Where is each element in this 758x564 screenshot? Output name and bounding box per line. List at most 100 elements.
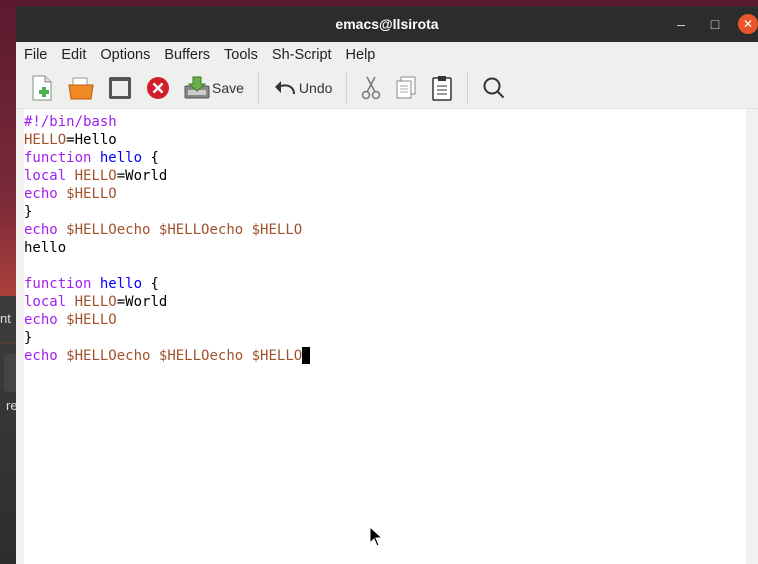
code-line: echo $HELLO	[24, 185, 746, 203]
open-folder-icon	[68, 77, 94, 100]
scrollbar[interactable]	[746, 109, 758, 564]
close-buffer-icon	[147, 77, 169, 99]
dired-button[interactable]	[108, 72, 132, 104]
search-icon	[483, 77, 505, 99]
variable-token: $HELLO	[66, 312, 117, 328]
text-token: =Hello	[66, 132, 117, 148]
title-bar: emacs@llsirota – □ ✕	[16, 6, 758, 42]
cut-button[interactable]	[361, 72, 381, 104]
menu-sh-script[interactable]: Sh-Script	[272, 47, 332, 63]
close-window-button[interactable]: ✕	[738, 14, 758, 34]
keyword-token: echo	[24, 186, 58, 202]
undo-icon	[274, 81, 295, 95]
tool-bar: Save Undo	[16, 68, 758, 109]
text-token: }	[24, 204, 33, 220]
menu-buffers[interactable]: Buffers	[164, 47, 210, 63]
text-token: }	[24, 330, 33, 346]
save-label: Save	[212, 80, 244, 96]
code-line: local HELLO=World	[24, 293, 746, 311]
menu-edit[interactable]: Edit	[61, 47, 86, 63]
text-token: =World	[116, 168, 168, 184]
code-line: echo $HELLOecho $HELLOecho $HELLO	[24, 221, 746, 239]
code-line: local HELLO=World	[24, 167, 746, 185]
code-line: echo $HELLO	[24, 311, 746, 329]
mouse-pointer-icon	[369, 526, 383, 547]
new-file-icon	[32, 75, 52, 101]
variable-token: HELLO	[74, 168, 117, 184]
copy-icon	[396, 76, 416, 99]
keyword-token: function	[24, 276, 92, 292]
variable-token: $HELLO	[251, 348, 303, 364]
editor-buffer[interactable]: #!/bin/bash HELLO=Hello function hello {lo…	[24, 109, 746, 564]
toolbar-separator	[257, 73, 259, 103]
variable-token: HELLO	[24, 132, 67, 148]
text-token: =World	[116, 294, 168, 310]
keyword-token: #!/bin/bash	[24, 114, 117, 130]
open-file-button[interactable]	[68, 72, 94, 104]
variable-token: $HELLO	[66, 186, 117, 202]
function-name-token: hello	[99, 150, 143, 166]
code-line: HELLO=Hello	[24, 131, 746, 149]
new-file-button[interactable]	[30, 72, 54, 104]
function-name-token: hello	[99, 276, 143, 292]
variable-token: $HELLOecho	[158, 222, 244, 238]
text-token: hello	[24, 240, 67, 256]
save-icon	[184, 76, 210, 99]
close-buffer-button[interactable]	[146, 72, 170, 104]
menu-tools[interactable]: Tools	[224, 47, 258, 63]
background-text-fragment: nt	[0, 311, 11, 326]
save-button[interactable]: Save	[184, 72, 244, 104]
keyword-token: echo	[24, 222, 58, 238]
undo-label: Undo	[298, 80, 333, 96]
keyword-token: local	[24, 168, 67, 184]
window-title: emacs@llsirota	[335, 16, 439, 32]
cut-icon	[362, 76, 381, 100]
maximize-button[interactable]: □	[698, 16, 732, 32]
code-line: }	[24, 329, 746, 347]
keyword-token: echo	[24, 348, 58, 364]
keyword-token: local	[24, 294, 67, 310]
minimize-button[interactable]: –	[664, 16, 698, 32]
code-line: echo $HELLOecho $HELLOecho $HELLO	[24, 347, 746, 365]
variable-token: $HELLOecho	[66, 222, 151, 238]
dired-icon	[109, 77, 131, 99]
toolbar-separator	[346, 73, 348, 103]
code-line: #!/bin/bash	[24, 113, 746, 131]
text-token: {	[142, 276, 159, 292]
paste-button[interactable]	[431, 72, 453, 104]
emacs-window: emacs@llsirota – □ ✕ File Edit Options B…	[16, 6, 758, 564]
text-token: {	[142, 150, 159, 166]
code-line: function hello {	[24, 275, 746, 293]
undo-button[interactable]: Undo	[273, 72, 332, 104]
variable-token: $HELLOecho	[66, 348, 151, 364]
keyword-token: echo	[24, 312, 58, 328]
search-button[interactable]	[482, 72, 506, 104]
menu-options[interactable]: Options	[100, 47, 150, 63]
menu-bar: File Edit Options Buffers Tools Sh-Scrip…	[16, 42, 758, 68]
code-line: }	[24, 203, 746, 221]
paste-icon	[432, 76, 453, 101]
menu-help[interactable]: Help	[346, 47, 376, 63]
variable-token: $HELLOecho	[158, 348, 244, 364]
text-cursor	[302, 347, 311, 364]
variable-token: HELLO	[74, 294, 117, 310]
copy-button[interactable]	[395, 72, 417, 104]
variable-token: $HELLO	[251, 222, 303, 238]
menu-file[interactable]: File	[24, 47, 47, 63]
code-line: hello	[24, 239, 746, 257]
toolbar-separator	[467, 73, 469, 103]
code-line: function hello {	[24, 149, 746, 167]
